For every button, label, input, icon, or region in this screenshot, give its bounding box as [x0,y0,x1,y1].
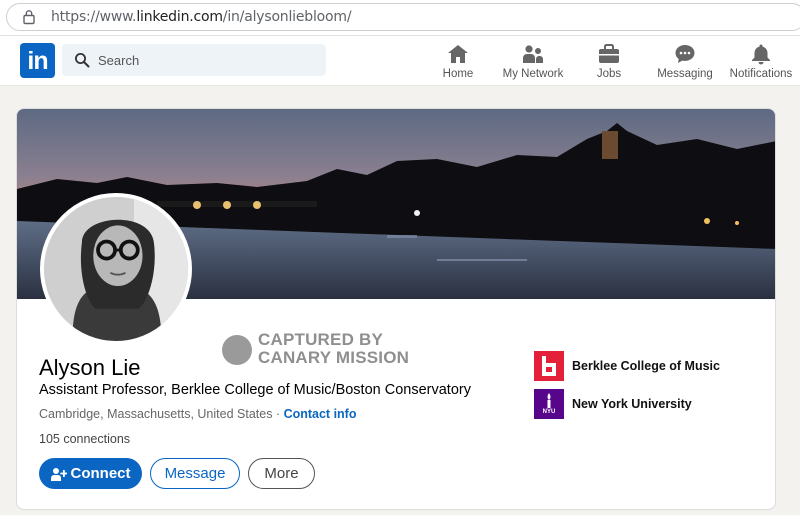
education-name-berklee: Berklee College of Music [572,359,720,373]
bell-icon [752,44,770,65]
more-label: More [264,465,299,482]
search-input[interactable] [98,44,318,76]
nav-notifications[interactable]: Notifications [728,42,794,86]
search-box[interactable] [62,44,326,76]
message-label: Message [164,465,226,482]
top-navigation: in Home My Network Jobs Messaging [0,36,800,86]
watermark-line2: CANARY MISSION [258,348,410,367]
url-domain: linkedin.com [136,9,223,25]
profile-name: Alyson Lie [39,355,141,380]
watermark-line1: CAPTURED BY [258,330,383,349]
message-button[interactable]: Message [150,458,240,489]
nav-messaging[interactable]: Messaging [655,42,715,86]
nav-home[interactable]: Home [440,42,476,86]
nav-notifications-label: Notifications [729,68,793,80]
profile-location-line: Cambridge, Massachusetts, United States … [39,407,356,421]
nav-messaging-label: Messaging [657,68,713,80]
nav-jobs[interactable]: Jobs [592,42,626,86]
connections-count[interactable]: 105 connections [39,432,130,446]
briefcase-icon [599,44,619,63]
profile-card: CAPTURED BY CANARY MISSION Alyson Lie As… [16,108,776,510]
url-path: /in/alysonliebloom/ [222,9,352,25]
lock-icon [23,10,35,25]
connect-button[interactable]: Connect [39,458,142,489]
url-text[interactable]: https://www.linkedin.com/in/alysonlieblo… [51,9,352,25]
nav-home-label: Home [442,68,474,80]
contact-info-link[interactable]: Contact info [284,407,357,421]
search-icon [75,53,90,68]
network-icon [523,45,543,63]
bird-icon [222,335,252,365]
home-icon [448,45,468,63]
url-prefix: https://www. [51,9,137,25]
nav-my-network[interactable]: My Network [500,42,566,86]
education-name-nyu: New York University [572,397,692,411]
linkedin-logo[interactable]: in [20,43,55,78]
page-edge [786,86,800,515]
connect-label: Connect [70,465,131,482]
berklee-logo [534,351,564,381]
separator: · [272,407,284,421]
add-person-icon [50,467,67,481]
messaging-icon [675,45,695,63]
nyu-logo: NYU [534,389,564,419]
nav-jobs-label: Jobs [596,68,622,80]
education-item-berklee[interactable]: Berklee College of Music [534,351,720,381]
profile-headline: Assistant Professor, Berklee College of … [39,382,471,398]
browser-address-bar: https://www.linkedin.com/in/alysonlieblo… [0,0,800,36]
profile-location: Cambridge, Massachusetts, United States [39,407,273,421]
education-item-nyu[interactable]: NYU New York University [534,389,692,419]
nyu-logo-text: NYU [542,409,556,415]
nav-my-network-label: My Network [502,68,564,80]
watermark-text: CAPTURED BY CANARY MISSION [258,331,409,367]
profile-avatar[interactable] [40,193,192,345]
more-button[interactable]: More [248,458,315,489]
